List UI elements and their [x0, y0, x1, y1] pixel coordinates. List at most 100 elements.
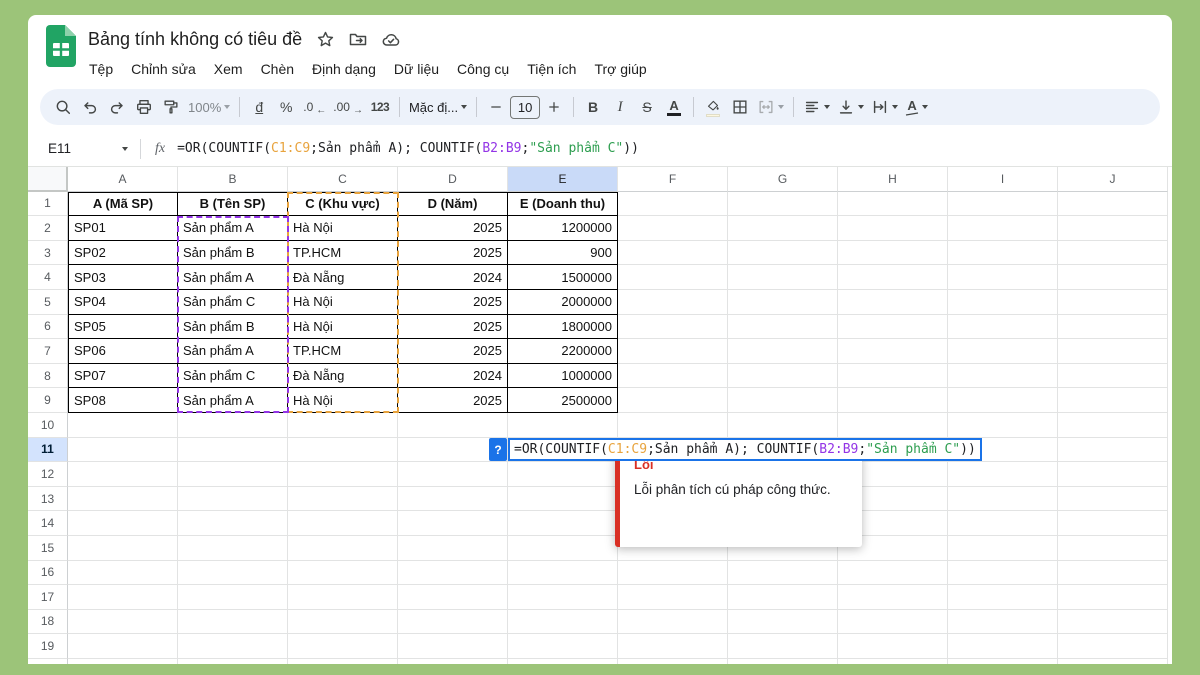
cell-i1[interactable] — [948, 192, 1058, 217]
column-header-j[interactable]: J — [1058, 167, 1168, 192]
cell-d4[interactable]: 2024 — [398, 265, 508, 290]
cell-a4[interactable]: SP03 — [68, 265, 178, 290]
cell-d3[interactable]: 2025 — [398, 241, 508, 266]
cell-h18[interactable] — [838, 610, 948, 635]
column-header-i[interactable]: I — [948, 167, 1058, 192]
cell-e3[interactable]: 900 — [508, 241, 618, 266]
cell-f19[interactable] — [618, 634, 728, 659]
cell-i5[interactable] — [948, 290, 1058, 315]
cell-e6[interactable]: 1800000 — [508, 315, 618, 340]
cell-d19[interactable] — [398, 634, 508, 659]
cell-h6[interactable] — [838, 315, 948, 340]
cell-d16[interactable] — [398, 561, 508, 586]
cell-h16[interactable] — [838, 561, 948, 586]
cell-i7[interactable] — [948, 339, 1058, 364]
bold-button[interactable]: B — [580, 93, 606, 121]
cell-h3[interactable] — [838, 241, 948, 266]
cell-e8[interactable]: 1000000 — [508, 364, 618, 389]
zoom-control[interactable]: 100% — [185, 93, 233, 121]
cell-f7[interactable] — [618, 339, 728, 364]
cell-a7[interactable]: SP06 — [68, 339, 178, 364]
row-header-14[interactable]: 14 — [28, 511, 68, 536]
cell-i17[interactable] — [948, 585, 1058, 610]
cell-a6[interactable]: SP05 — [68, 315, 178, 340]
cell-f10[interactable] — [618, 413, 728, 438]
cell-f1[interactable] — [618, 192, 728, 217]
cell-e14[interactable] — [508, 511, 618, 536]
cell-e2[interactable]: 1200000 — [508, 216, 618, 241]
cell-h2[interactable] — [838, 216, 948, 241]
cell-c6[interactable]: Hà Nội — [288, 315, 398, 340]
row-header-15[interactable]: 15 — [28, 536, 68, 561]
cell-d17[interactable] — [398, 585, 508, 610]
row-header-7[interactable]: 7 — [28, 339, 68, 364]
more-formats-button[interactable]: 123 — [367, 93, 393, 121]
star-icon[interactable] — [315, 29, 335, 49]
cell-b20[interactable] — [178, 659, 288, 664]
cell-d9[interactable]: 2025 — [398, 388, 508, 413]
cell-h1[interactable] — [838, 192, 948, 217]
cell-i18[interactable] — [948, 610, 1058, 635]
menu-item-công-cụ[interactable]: Công cụ — [448, 58, 518, 80]
row-header-8[interactable]: 8 — [28, 364, 68, 389]
cell-c10[interactable] — [288, 413, 398, 438]
cell-d6[interactable]: 2025 — [398, 315, 508, 340]
text-rotation-button[interactable]: A — [902, 93, 931, 121]
cell-a3[interactable]: SP02 — [68, 241, 178, 266]
cell-i3[interactable] — [948, 241, 1058, 266]
font-size-input[interactable]: 10 — [510, 96, 540, 119]
cell-g7[interactable] — [728, 339, 838, 364]
cell-f20[interactable] — [618, 659, 728, 664]
cell-i14[interactable] — [948, 511, 1058, 536]
cell-a2[interactable]: SP01 — [68, 216, 178, 241]
cell-c4[interactable]: Đà Nẵng — [288, 265, 398, 290]
cell-c3[interactable]: TP.HCM — [288, 241, 398, 266]
cell-d20[interactable] — [398, 659, 508, 664]
cell-e7[interactable]: 2200000 — [508, 339, 618, 364]
undo-button[interactable] — [77, 93, 103, 121]
cell-i4[interactable] — [948, 265, 1058, 290]
cell-d14[interactable] — [398, 511, 508, 536]
cell-a14[interactable] — [68, 511, 178, 536]
cell-j6[interactable] — [1058, 315, 1168, 340]
print-button[interactable] — [131, 93, 157, 121]
cell-e19[interactable] — [508, 634, 618, 659]
row-header-6[interactable]: 6 — [28, 315, 68, 340]
row-header-10[interactable]: 10 — [28, 413, 68, 438]
column-header-d[interactable]: D — [398, 167, 508, 192]
cell-c8[interactable]: Đà Nẵng — [288, 364, 398, 389]
cell-j20[interactable] — [1058, 659, 1168, 664]
menu-item-chèn[interactable]: Chèn — [252, 58, 303, 80]
cell-d8[interactable]: 2024 — [398, 364, 508, 389]
cell-c12[interactable] — [288, 462, 398, 487]
row-header-20[interactable]: 20 — [28, 659, 68, 664]
text-wrap-button[interactable] — [868, 93, 901, 121]
cell-i8[interactable] — [948, 364, 1058, 389]
cell-d2[interactable]: 2025 — [398, 216, 508, 241]
cell-b5[interactable]: Sản phẩm C — [178, 290, 288, 315]
cell-j17[interactable] — [1058, 585, 1168, 610]
cell-e13[interactable] — [508, 487, 618, 512]
column-header-g[interactable]: G — [728, 167, 838, 192]
italic-button[interactable]: I — [607, 93, 633, 121]
cell-g10[interactable] — [728, 413, 838, 438]
cell-h4[interactable] — [838, 265, 948, 290]
cell-g8[interactable] — [728, 364, 838, 389]
cell-c20[interactable] — [288, 659, 398, 664]
cell-b9[interactable]: Sản phẩm A — [178, 388, 288, 413]
cell-j7[interactable] — [1058, 339, 1168, 364]
cell-editor-input[interactable]: =OR(COUNTIF(C1:C9;Sản phẩm A); COUNTIF(B… — [508, 438, 982, 461]
cell-a20[interactable] — [68, 659, 178, 664]
cell-c19[interactable] — [288, 634, 398, 659]
cell-d1[interactable]: D (Năm) — [398, 192, 508, 217]
cell-g18[interactable] — [728, 610, 838, 635]
column-header-b[interactable]: B — [178, 167, 288, 192]
cell-a12[interactable] — [68, 462, 178, 487]
formula-help-button[interactable]: ? — [489, 438, 507, 461]
cell-f5[interactable] — [618, 290, 728, 315]
cell-g4[interactable] — [728, 265, 838, 290]
cell-b11[interactable] — [178, 438, 288, 463]
cell-g3[interactable] — [728, 241, 838, 266]
cell-g2[interactable] — [728, 216, 838, 241]
cell-a5[interactable]: SP04 — [68, 290, 178, 315]
